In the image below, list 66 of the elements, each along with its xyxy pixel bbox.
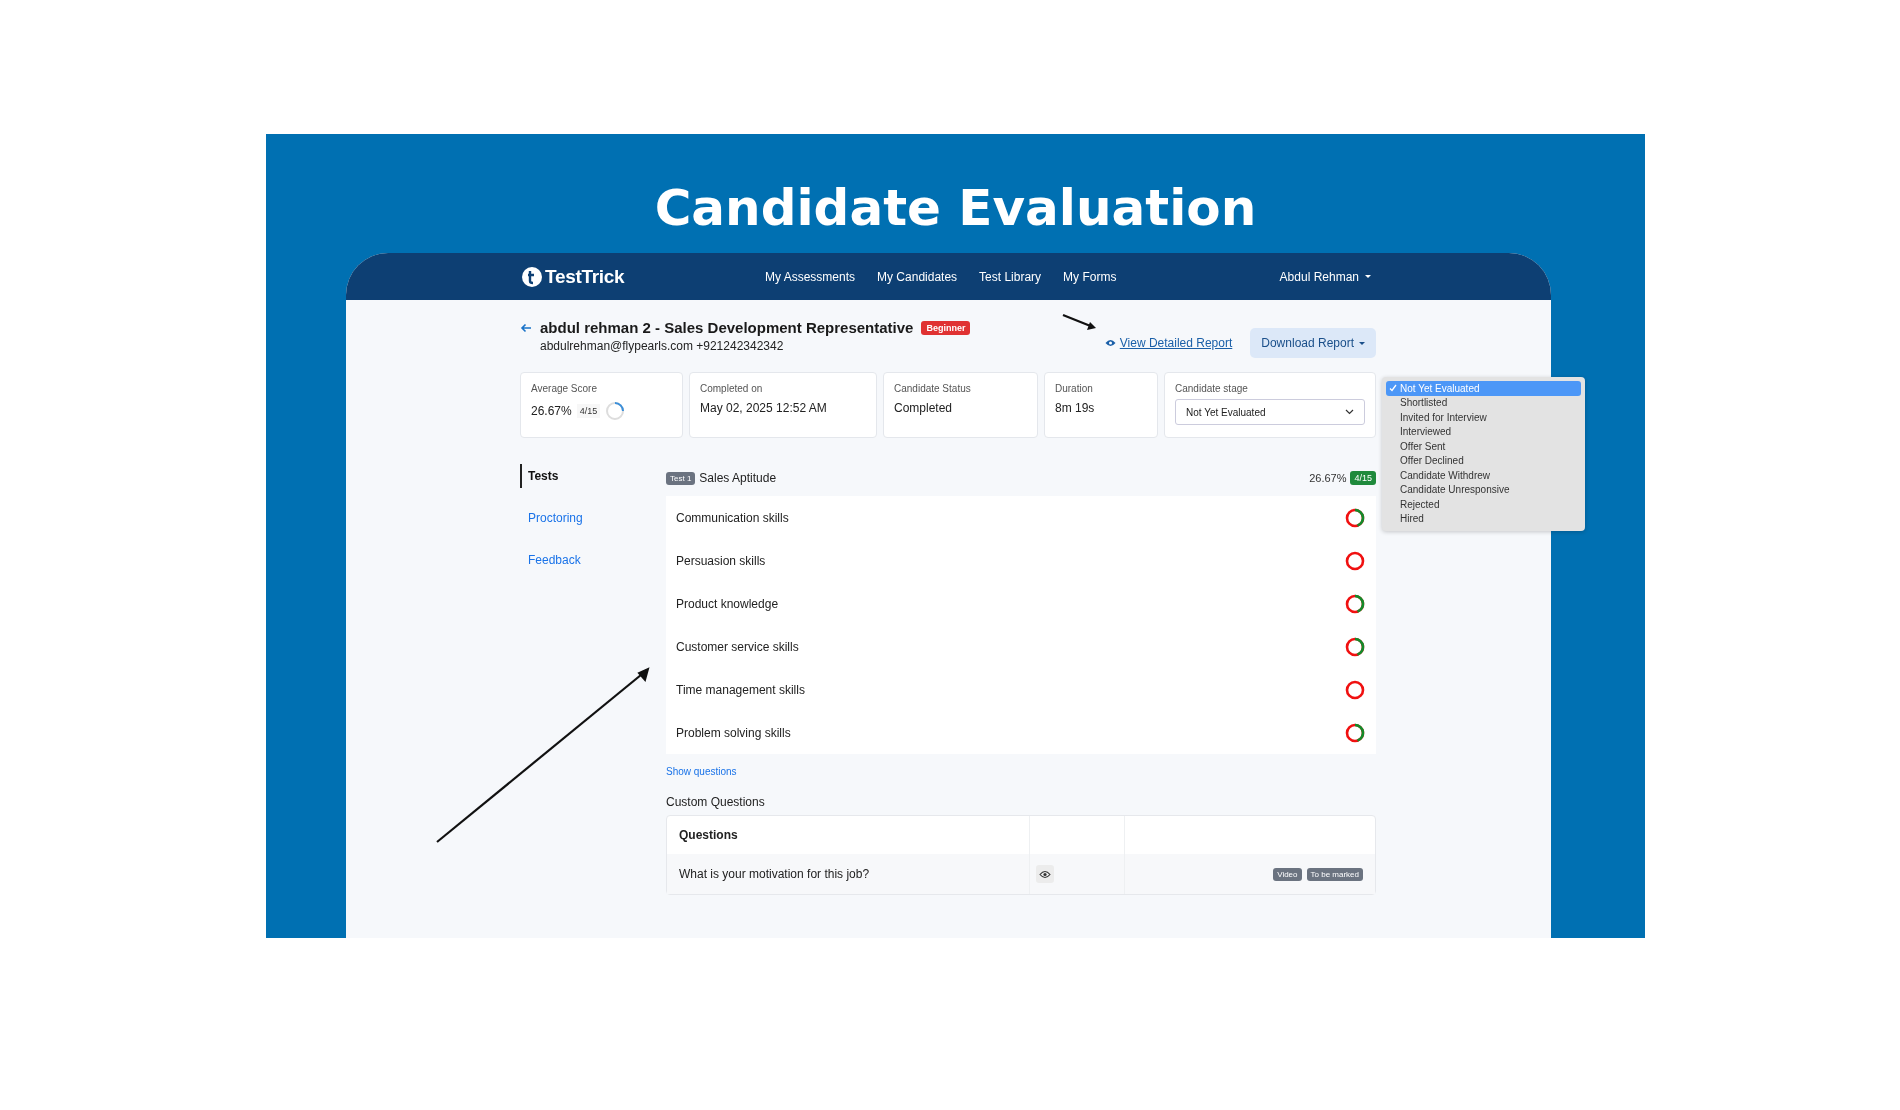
score-badge: 4/15 [1350,471,1376,485]
dropdown-option[interactable]: Candidate Unresponsive [1386,482,1581,497]
progress-ring-icon [605,401,626,421]
score-ring-icon [1344,592,1366,615]
score-ring-icon [1344,506,1366,529]
user-menu[interactable]: Abdul Rehman [1279,269,1371,284]
skill-name: Customer service skills [676,639,799,654]
skill-name: Problem solving skills [676,725,791,740]
stat-value: Completed [894,401,954,415]
dropdown-option[interactable]: Offer Declined [1386,453,1581,468]
dropdown-option[interactable]: Candidate Withdrew [1386,468,1581,483]
stat-label: Completed on [700,383,764,394]
test-percent: 26.67% [1309,472,1347,484]
nav-link[interactable]: Test Library [979,269,1042,284]
dropdown-option[interactable]: Interviewed [1386,424,1581,439]
show-questions-link[interactable]: Show questions [666,766,737,777]
stat-value: May 02, 2025 12:52 AM [700,401,828,415]
stat-label: Candidate Status [894,383,972,394]
candidate-name: abdul rehman 2 - Sales Development Representative [540,319,914,336]
score-ring-icon [1344,549,1366,572]
side-tab[interactable]: Proctoring [520,506,666,530]
check-icon [1389,384,1397,393]
nav-link[interactable]: My Forms [1063,269,1117,284]
skill-name: Persuasion skills [676,553,766,568]
back-arrow-icon[interactable] [520,322,532,333]
eye-icon [1104,339,1116,347]
test-tag: Test 1 [666,471,696,485]
stat-label: Duration [1055,383,1094,394]
logo-icon [522,266,542,287]
eye-icon [1039,869,1051,879]
banner-title: Candidate Evaluation [653,178,1258,239]
stat-value: 26.67% [531,404,572,418]
skill-name: Time management skills [676,682,805,697]
caret-icon [1365,275,1371,278]
dropdown-option[interactable]: Rejected [1386,497,1581,512]
dropdown-option[interactable]: Offer Sent [1386,439,1581,454]
level-badge: Beginner [921,320,971,335]
dropdown-option[interactable]: Shortlisted [1386,395,1581,410]
score-ring-icon [1344,721,1366,744]
status-tag: To be marked [1306,867,1363,881]
chevron-icon [1345,409,1354,415]
stat-label: Average Score [531,383,598,394]
score-ring-icon [1344,635,1366,658]
stage-select[interactable]: Not Yet Evaluated [1175,399,1365,425]
side-tab[interactable]: Feedback [520,548,666,572]
skill-name: Product knowledge [676,596,779,611]
download-report-button[interactable]: Download Report [1250,328,1376,358]
test-name: Sales Aptitude [699,471,777,485]
section-title: Custom Questions [666,795,766,809]
status-tag: Video [1273,867,1302,881]
skill-name: Communication skills [676,510,789,525]
score-ring-icon [1344,678,1366,701]
column-header: Questions [678,828,739,842]
brand-name: TestTrick [545,265,625,288]
stat-value: 8m 19s [1055,401,1096,415]
stat-label: Candidate stage [1175,383,1249,394]
nav-link[interactable]: My Assessments [765,269,856,284]
dropdown-option[interactable]: Invited for Interview [1386,410,1581,425]
dropdown-option[interactable]: Hired [1386,511,1581,526]
annotation-arrow [1062,313,1098,331]
preview-button[interactable] [1036,865,1054,883]
candidate-contact: abdulrehman@flypearls.com +921242342342 [540,339,785,353]
nav-link[interactable]: My Candidates [877,269,958,284]
score-fraction: 4/15 [576,404,601,418]
question-text: What is your motivation for this job? [678,867,871,881]
view-report-link[interactable]: View Detailed Report [1119,336,1233,350]
